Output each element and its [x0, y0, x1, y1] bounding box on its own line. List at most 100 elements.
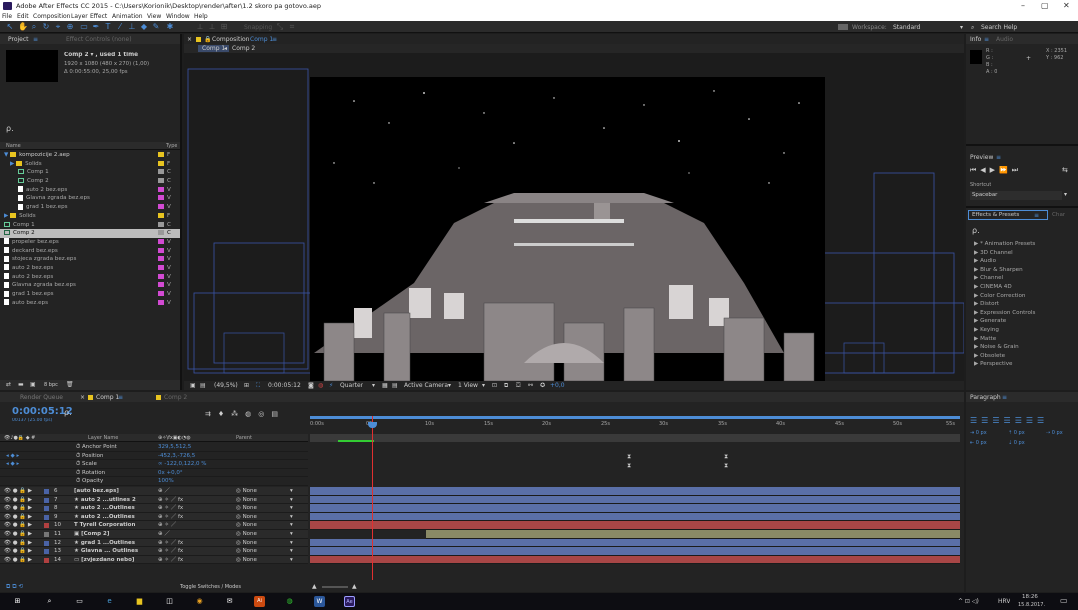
property-row[interactable]: ◂ ◆ ▸ ⏱ Position -452,3,-726,5: [0, 451, 308, 461]
indent-right-field[interactable]: ⇤ 0 px: [970, 440, 987, 446]
layer-bar[interactable]: [310, 504, 960, 513]
loop-icon[interactable]: ⇆: [1062, 166, 1068, 174]
tab-character[interactable]: Char: [1052, 212, 1065, 218]
col-layer-name[interactable]: Layer Name: [88, 435, 118, 441]
layer-row[interactable]: 👁 ● 🔒 ▶ 11 ▣ [Comp 2] ⊕ ／ ◎ None ▾: [0, 529, 308, 539]
col-parent[interactable]: Parent: [236, 435, 252, 441]
project-item[interactable]: auto 2 bez.eps: [0, 186, 180, 195]
project-item[interactable]: auto 2 bez.eps: [0, 264, 180, 273]
layer-row[interactable]: 👁 ● 🔒 ▶ 14 ▭ [zvjezdano nebo] ⊕ ✧ ／ fx ◎ Non…: [0, 555, 308, 565]
project-item[interactable]: deckard bez.eps: [0, 247, 180, 256]
resolution-icon[interactable]: ⊞: [244, 382, 249, 389]
resolution-dropdown-icon[interactable]: ▾: [372, 382, 375, 389]
effects-category[interactable]: ▶ Perspective: [968, 360, 1074, 369]
layer-bar[interactable]: [310, 512, 960, 522]
search-help-input[interactable]: Search Help: [981, 24, 1071, 32]
property-row[interactable]: ⏱ Opacity 100%: [0, 477, 308, 486]
timeline-navigator[interactable]: [310, 434, 960, 442]
project-item[interactable]: ▼ kompozicije 2.aep: [0, 151, 180, 160]
footer-toggle-icon[interactable]: ⧉ ⧉ ⟲: [6, 583, 23, 591]
windows-start-icon[interactable]: ⊞: [12, 596, 23, 607]
info-menu-icon[interactable]: ≡: [984, 36, 989, 43]
time-ruler[interactable]: 0:00s 05s 10s 15s 20s 25s 30s 35s 40s 45…: [310, 416, 960, 434]
effects-category[interactable]: ▶ Audio: [968, 257, 1074, 266]
tray-icons[interactable]: ^ ⊡ ◁): [958, 598, 979, 605]
shortcut-dropdown-icon[interactable]: ▾: [1064, 191, 1067, 198]
tab-effect-controls[interactable]: Effect Controls (none): [66, 36, 132, 43]
layer-bar[interactable]: [310, 555, 960, 565]
pen-tool-icon[interactable]: ✒: [92, 23, 100, 31]
clock-time[interactable]: 18:26: [1022, 594, 1038, 600]
view-layout-select[interactable]: 1 View: [458, 382, 478, 389]
hand-tool-icon[interactable]: ✋: [18, 23, 28, 31]
snap-option-icon[interactable]: ⌗: [288, 23, 296, 31]
clone-stamp-tool-icon[interactable]: ⊥: [128, 23, 136, 31]
tab-preview[interactable]: Preview: [970, 154, 993, 161]
illustrator-icon[interactable]: Ai: [254, 596, 265, 607]
effects-category[interactable]: ▶ * Animation Presets: [968, 240, 1074, 249]
shortcut-select[interactable]: Spacebar: [970, 191, 1062, 200]
menu-composition[interactable]: Composition: [33, 13, 70, 20]
project-item[interactable]: grad 1 bez.eps: [0, 290, 180, 299]
layer-bar[interactable]: [310, 521, 960, 530]
close-tab-icon[interactable]: ×: [187, 36, 192, 43]
zoom-tool-icon[interactable]: ⌕: [30, 23, 38, 31]
menu-edit[interactable]: Edit: [17, 13, 29, 20]
effects-category[interactable]: ▶ Blur & Sharpen: [968, 266, 1074, 275]
menu-layer[interactable]: Layer: [71, 13, 88, 20]
effects-category[interactable]: ▶ Matte: [968, 335, 1074, 344]
layer-bar[interactable]: [310, 487, 960, 496]
preview-menu-icon[interactable]: ≡: [996, 154, 1001, 161]
tab-project[interactable]: Project: [8, 36, 29, 43]
camera-tool-icon[interactable]: ⌖: [54, 23, 62, 31]
flowchart-icon[interactable]: ⚯: [528, 382, 533, 389]
playback-controls-icon[interactable]: ⏮◀▶⏩⏭: [970, 166, 1022, 175]
keyframe-icon[interactable]: ⧗: [724, 453, 728, 461]
menu-window[interactable]: Window: [166, 13, 190, 20]
layer-row[interactable]: 👁 ● 🔒 ▶ 13 ★ Glavna ... Outlines ⊕ ✧ ／ fx ◎ …: [0, 547, 308, 556]
menu-file[interactable]: File: [2, 13, 12, 20]
effects-category[interactable]: ▶ Color Correction: [968, 292, 1074, 301]
layer-row[interactable]: 👁 ● 🔒 ▶ 10 T Tyrell Corporation ⊕ ✧ ／ ◎ None…: [0, 521, 308, 530]
tab-composition[interactable]: Composition: [212, 36, 249, 43]
rotate-tool-icon[interactable]: ↻: [42, 23, 50, 31]
property-row[interactable]: ⏱ Rotation 0x +0,0°: [0, 468, 308, 478]
chrome-icon[interactable]: ◉: [194, 596, 205, 607]
playhead[interactable]: [372, 416, 373, 580]
pan-behind-tool-icon[interactable]: ⊕: [66, 23, 74, 31]
project-menu-icon[interactable]: ≡: [33, 36, 38, 43]
tab-render-queue[interactable]: Render Queue: [20, 394, 63, 401]
word-icon[interactable]: W: [314, 596, 325, 607]
snapping-label[interactable]: Snapping: [244, 24, 272, 31]
camera-dropdown-icon[interactable]: ▾: [448, 382, 451, 389]
item-name[interactable]: Comp 2 ▾ , used 1 time: [64, 52, 138, 58]
project-item[interactable]: Glavna zgrada bez.eps: [0, 281, 180, 290]
tab-paragraph[interactable]: Paragraph: [970, 394, 1001, 401]
project-item[interactable]: auto bez.eps: [0, 299, 180, 308]
tab-effects-presets[interactable]: Effects & Presets: [972, 212, 1019, 218]
new-comp-icon[interactable]: ▣: [30, 381, 36, 388]
project-item[interactable]: Comp 2: [0, 177, 180, 186]
keyframe-icon[interactable]: ⧗: [724, 462, 728, 470]
zoom-out-icon[interactable]: ▲: [312, 583, 317, 590]
zoom-slider[interactable]: [322, 586, 348, 588]
minimize-button[interactable]: –: [1021, 1, 1025, 10]
indent-left-field[interactable]: ⇥ 0 px: [970, 430, 987, 436]
fast-previews-icon[interactable]: ⚡: [329, 382, 333, 389]
space-before-field[interactable]: ⇡ 0 px: [1008, 430, 1025, 436]
col-name[interactable]: Name: [6, 143, 21, 149]
keyframe-icon[interactable]: ⧗: [627, 462, 631, 470]
file-explorer-icon[interactable]: ▆: [134, 596, 145, 607]
effects-category[interactable]: ▶ Distort: [968, 300, 1074, 309]
layer-bar[interactable]: [310, 547, 960, 556]
paragraph-menu-icon[interactable]: ≡: [1002, 394, 1007, 401]
lock-icon[interactable]: 🔒: [204, 36, 211, 43]
after-effects-taskbar-icon[interactable]: Ae: [344, 596, 355, 607]
indent-first-field[interactable]: ⇢ 0 px: [1046, 430, 1063, 436]
snapshot-icon[interactable]: ▣: [190, 382, 196, 389]
effects-category[interactable]: ▶ Noise & Grain: [968, 343, 1074, 352]
interpret-footage-icon[interactable]: ⇄: [6, 381, 11, 388]
keyframe-icon[interactable]: ⧗: [627, 453, 631, 461]
project-item[interactable]: propeler bez.eps: [0, 238, 180, 247]
project-item[interactable]: auto 2 bez.eps: [0, 273, 180, 282]
